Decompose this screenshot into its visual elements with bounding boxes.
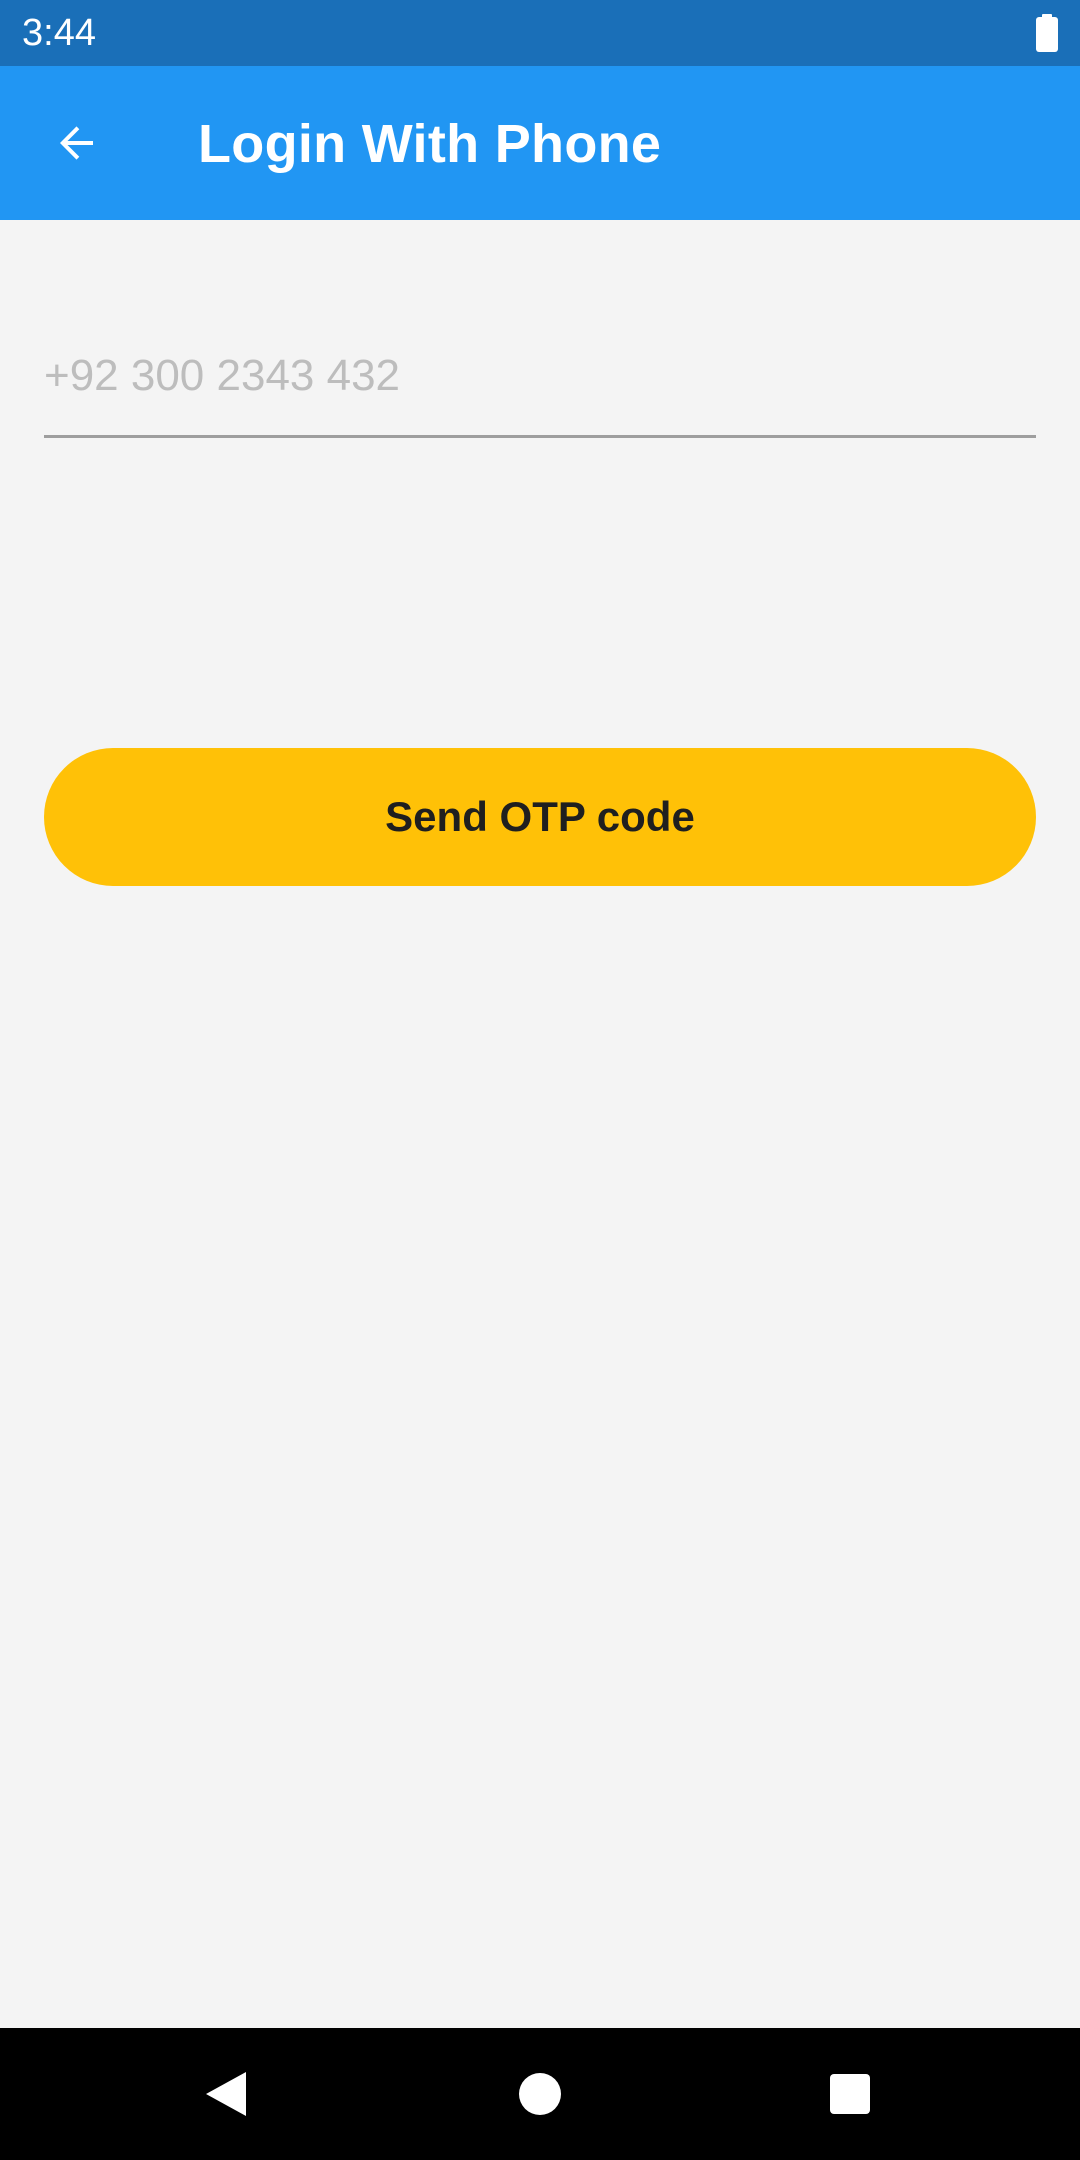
battery-icon xyxy=(1036,14,1058,52)
status-bar: 3:44 xyxy=(0,0,1080,66)
system-nav-bar xyxy=(0,2028,1080,2160)
nav-home-icon xyxy=(519,2073,561,2115)
nav-back-button[interactable] xyxy=(194,2062,258,2126)
phone-input[interactable] xyxy=(44,310,1036,438)
status-time: 3:44 xyxy=(22,12,96,54)
nav-back-icon xyxy=(206,2072,246,2116)
back-button[interactable] xyxy=(32,102,122,184)
login-content: Send OTP code xyxy=(0,220,1080,2028)
send-otp-label: Send OTP code xyxy=(385,793,695,840)
nav-recents-icon xyxy=(830,2074,870,2114)
arrow-back-icon xyxy=(60,126,93,160)
nav-recents-button[interactable] xyxy=(818,2062,882,2126)
send-otp-button[interactable]: Send OTP code xyxy=(44,748,1036,886)
phone-field xyxy=(44,310,1036,440)
page-title: Login With Phone xyxy=(198,114,662,174)
app-bar: Login With Phone xyxy=(0,66,1080,220)
nav-home-button[interactable] xyxy=(508,2062,572,2126)
